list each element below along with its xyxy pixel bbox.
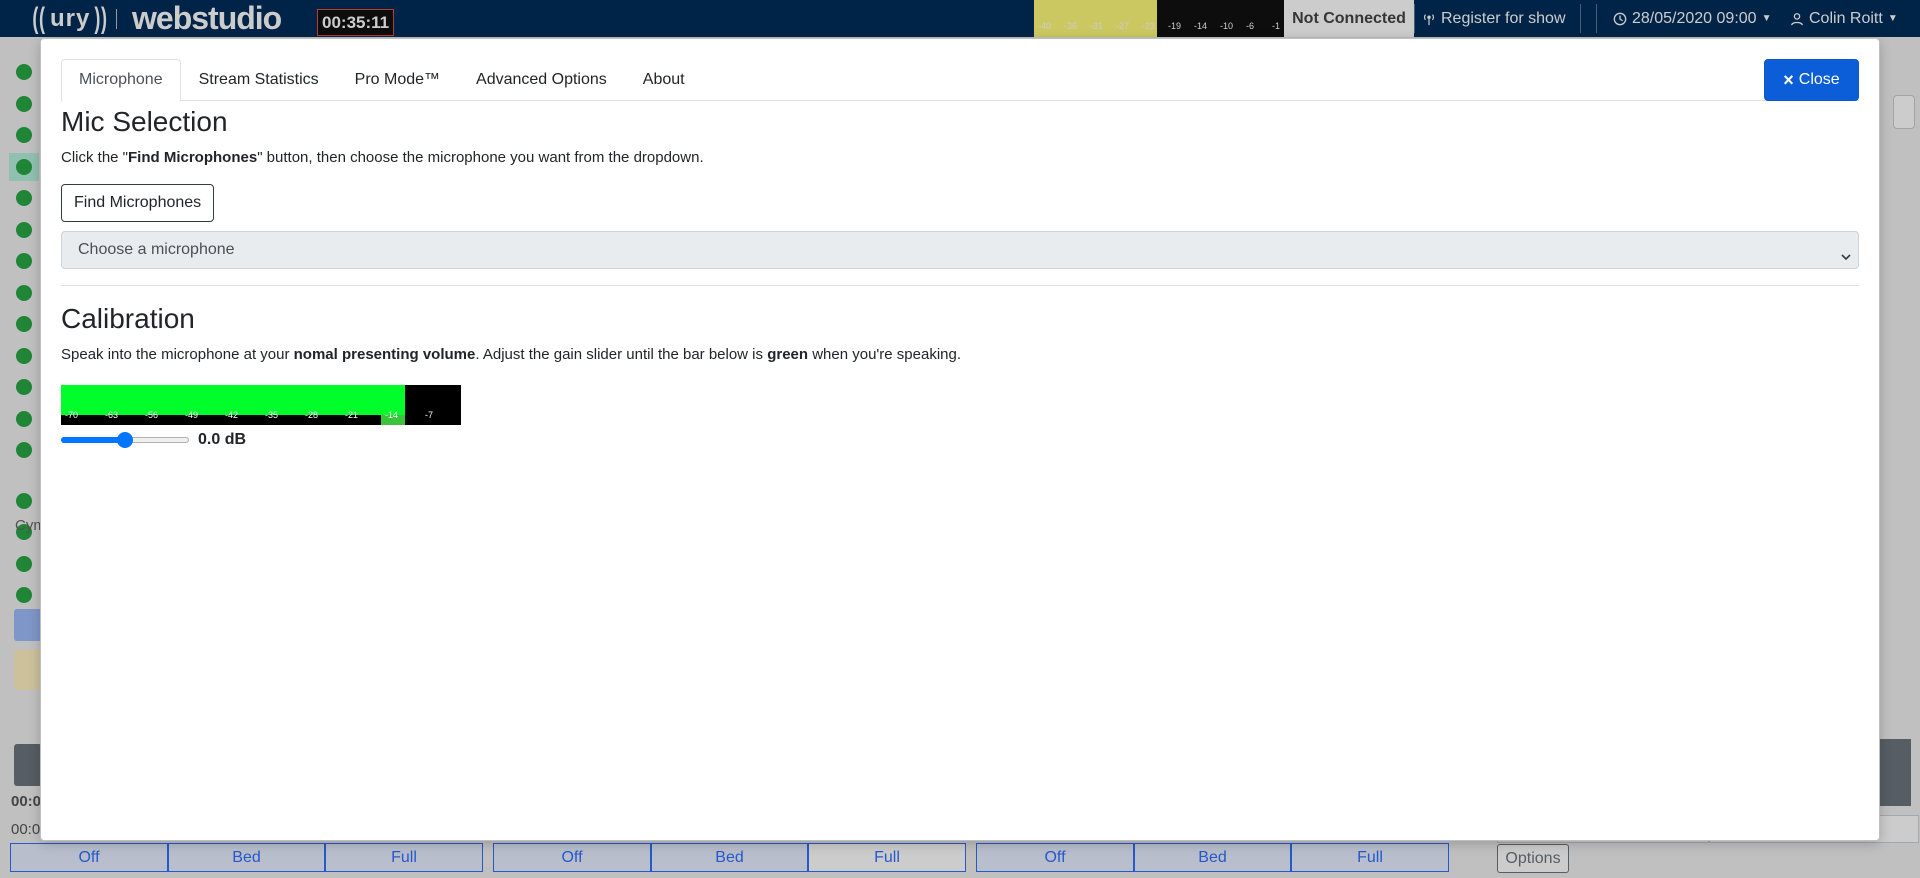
gain-control: 0.0 dB bbox=[61, 431, 1859, 449]
mic-selection-heading: Mic Selection bbox=[61, 106, 228, 137]
tab-about[interactable]: About bbox=[625, 59, 703, 101]
mic-selection-instruction: Click the "Find Microphones" button, the… bbox=[61, 148, 704, 166]
settings-modal: Microphone Stream Statistics Pro Mode™ A… bbox=[40, 38, 1880, 841]
meter-tick-label: -56 bbox=[145, 410, 159, 421]
calibration-level-meter: -70 -63 -56 -49 -42 -35 -28 -21 -14 -7 bbox=[61, 385, 461, 426]
find-microphones-button[interactable]: Find Microphones bbox=[61, 184, 215, 223]
calibration-heading: Calibration bbox=[61, 303, 195, 335]
gain-slider[interactable] bbox=[61, 432, 189, 449]
modal-tabs: Microphone Stream Statistics Pro Mode™ A… bbox=[61, 59, 1859, 102]
tab-advanced-options[interactable]: Advanced Options bbox=[458, 59, 625, 101]
section-divider bbox=[61, 285, 1859, 287]
meter-tick-label: -35 bbox=[265, 410, 279, 421]
chevron-down-icon bbox=[1841, 254, 1851, 261]
close-icon: × bbox=[1783, 70, 1794, 90]
meter-tick-label: -42 bbox=[225, 410, 239, 421]
meter-tick-label: -21 bbox=[345, 410, 359, 421]
meter-tick-label: -63 bbox=[105, 410, 119, 421]
meter-tick-label: -14 bbox=[385, 410, 399, 421]
calibration-instruction: Speak into the microphone at your nomal … bbox=[61, 345, 962, 363]
close-button-label: Close bbox=[1798, 71, 1840, 88]
gain-slider-thumb[interactable] bbox=[117, 432, 133, 449]
tab-pro-mode[interactable]: Pro Mode™ bbox=[337, 59, 458, 101]
tab-microphone[interactable]: Microphone bbox=[61, 59, 181, 102]
microphone-tab-content: Mic Selection Click the "Find Microphone… bbox=[61, 105, 1859, 449]
meter-tick-label: -49 bbox=[185, 410, 199, 421]
meter-tick-label: -7 bbox=[425, 410, 434, 421]
close-button[interactable]: × Close bbox=[1764, 59, 1859, 101]
meter-tick-label: -28 bbox=[305, 410, 319, 421]
gain-slider-fill bbox=[61, 437, 125, 444]
tab-stream-statistics[interactable]: Stream Statistics bbox=[181, 59, 337, 101]
gain-value: 0.0 dB bbox=[198, 431, 247, 449]
microphone-select-wrap: Choose a microphone bbox=[61, 231, 1859, 270]
microphone-select[interactable]: Choose a microphone bbox=[61, 231, 1859, 270]
meter-tick-label: -70 bbox=[65, 410, 79, 421]
